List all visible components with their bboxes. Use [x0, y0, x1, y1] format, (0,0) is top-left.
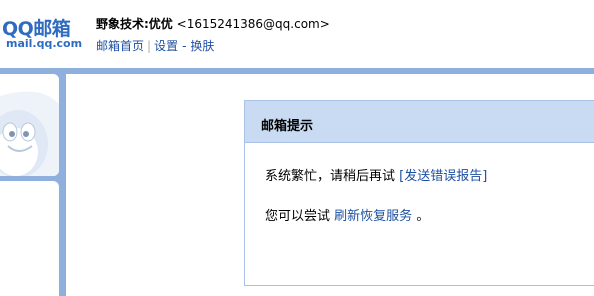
- logo-domain[interactable]: mail.qq.com: [6, 37, 82, 50]
- top-nav: 邮箱首页 | 设置 - 换肤: [96, 37, 214, 54]
- busy-text: 系统繁忙，请稍后再试: [265, 169, 396, 184]
- busy-message: 系统繁忙，请稍后再试 [发送错误报告]: [265, 165, 487, 184]
- user-name: 野象技术:优优: [96, 17, 173, 31]
- header: QQ邮箱 mail.qq.com 野象技术:优优 <1615241386@qq.…: [0, 0, 594, 68]
- penguin-icon: [0, 74, 59, 176]
- retry-period: 。: [416, 209, 430, 224]
- nav-dash: -: [182, 39, 187, 53]
- notice-title-bar: 邮箱提示: [245, 101, 594, 143]
- mailbox-notice-panel: 邮箱提示 系统繁忙，请稍后再试 [发送错误报告] 您可以尝试 刷新恢复服务 。: [244, 100, 594, 286]
- refresh-restore-link[interactable]: 刷新恢复服务: [334, 209, 412, 224]
- change-skin-link[interactable]: 换肤: [190, 39, 214, 53]
- user-info: 野象技术:优优 <1615241386@qq.com>: [96, 15, 330, 32]
- user-email: <1615241386@qq.com>: [176, 17, 330, 31]
- mailbox-home-link[interactable]: 邮箱首页: [96, 39, 144, 53]
- left-panel-lower: [0, 181, 59, 296]
- retry-text: 您可以尝试: [265, 209, 331, 224]
- settings-link[interactable]: 设置: [154, 39, 178, 53]
- nav-separator: |: [147, 39, 152, 53]
- left-panel-avatar: [0, 74, 59, 176]
- send-error-report-link[interactable]: [发送错误报告]: [399, 169, 487, 184]
- retry-message: 您可以尝试 刷新恢复服务 。: [265, 205, 429, 224]
- notice-title: 邮箱提示: [261, 119, 314, 134]
